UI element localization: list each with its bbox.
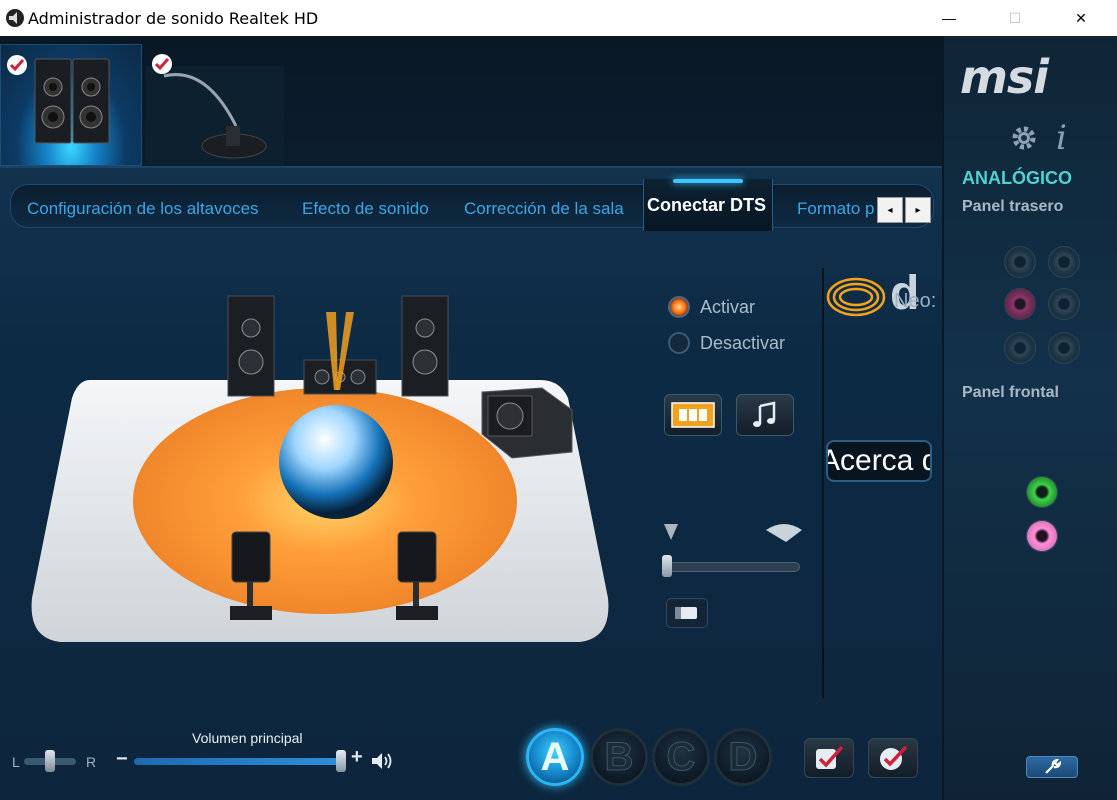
maximize-button[interactable]: ☐ <box>992 0 1038 36</box>
dts-level-icons <box>664 524 802 542</box>
music-mode-button[interactable] <box>736 394 794 436</box>
rear-jack-1[interactable] <box>1004 246 1036 278</box>
dts-level-slider-thumb[interactable] <box>662 555 672 577</box>
profile-b-button[interactable]: B <box>590 728 648 786</box>
analog-mode-label: ANALÓGICO <box>962 168 1072 188</box>
about-button[interactable]: Acerca de <box>826 440 932 482</box>
tab-format[interactable]: Formato p <box>797 199 874 219</box>
speaker-volume-icon[interactable] <box>370 750 398 772</box>
right-panel: msi i ANALÓGICO Panel trasero Panel fron… <box>942 36 1117 800</box>
listener-position-icon <box>279 405 393 519</box>
rear-jack-mic[interactable] <box>1004 288 1036 320</box>
dts-level-slider[interactable] <box>664 562 800 572</box>
dts-deactivate-radio[interactable]: Desactivar <box>668 332 785 354</box>
profile-a-button[interactable]: A <box>526 728 584 786</box>
checkbox-check-icon <box>816 745 844 769</box>
settings-wrench-button[interactable] <box>1026 756 1078 778</box>
radio-selected-icon <box>668 296 690 318</box>
rear-jack-2[interactable] <box>1048 246 1080 278</box>
profile-c-button[interactable]: C <box>652 728 710 786</box>
main-body: Configuración de los altavoces Efecto de… <box>0 36 1117 800</box>
front-right-speaker-icon <box>401 295 449 397</box>
rear-jack-6[interactable] <box>1048 332 1080 364</box>
dts-activate-radio[interactable]: Activar <box>668 296 755 318</box>
tab-scroll-left-button[interactable]: ◂ <box>877 197 903 223</box>
film-icon <box>671 402 715 428</box>
movie-mode-button[interactable] <box>664 394 722 436</box>
speaker-stage <box>31 295 609 642</box>
microphone-check-icon <box>152 54 172 74</box>
save-profile-button[interactable] <box>868 738 918 778</box>
rear-jack-5[interactable] <box>1004 332 1036 364</box>
tab-dts-connect[interactable]: Conectar DTS <box>647 195 766 216</box>
volume-decrease-icon[interactable]: − <box>116 748 128 771</box>
window-title: Administrador de sonido Realtek HD <box>28 9 319 28</box>
microphone-icon <box>163 73 267 159</box>
tab-strip: Configuración de los altavoces Efecto de… <box>10 179 934 231</box>
balance-left-label: L <box>12 754 20 770</box>
balance-right-label: R <box>86 754 97 770</box>
close-button[interactable]: ✕ <box>1058 0 1104 36</box>
device-tab-microphone[interactable] <box>146 54 284 166</box>
dts-activate-label: Activar <box>700 296 756 317</box>
master-volume-slider[interactable] <box>134 758 344 765</box>
speaker-icon <box>6 9 24 27</box>
front-jack-mic[interactable] <box>1026 520 1058 552</box>
master-volume-label: Volumen principal <box>192 730 303 746</box>
rear-panel-label: Panel trasero <box>962 198 1064 215</box>
tab-sound-effect[interactable]: Efecto de sonido <box>302 199 429 219</box>
apply-button[interactable] <box>804 738 854 778</box>
speakers-check-icon <box>7 55 27 75</box>
msi-logo: msi <box>960 50 1049 104</box>
tab-speaker-config[interactable]: Configuración de los altavoces <box>27 199 259 219</box>
about-button-label: Acerca de <box>826 444 930 477</box>
device-tab-speakers[interactable] <box>0 44 142 166</box>
active-tab-glow <box>673 179 743 183</box>
profile-d-button[interactable]: D <box>714 728 772 786</box>
info-icon[interactable]: i <box>1056 118 1067 158</box>
front-jack-headphone[interactable] <box>1026 476 1058 508</box>
dts-option-toggle[interactable] <box>666 598 708 628</box>
front-left-speaker-icon <box>227 295 275 397</box>
front-panel-label: Panel frontal <box>962 384 1059 401</box>
tab-room-correction[interactable]: Corrección de la sala <box>464 199 624 219</box>
gear-icon[interactable] <box>1008 122 1040 154</box>
music-note-icon <box>753 401 776 427</box>
dts-neo-label: Neo: <box>894 290 937 312</box>
tab-scroll-right-button[interactable]: ▸ <box>905 197 931 223</box>
rear-jack-4[interactable] <box>1048 288 1080 320</box>
rear-right-speaker-icon <box>396 531 438 620</box>
dts-deactivate-label: Desactivar <box>700 332 786 353</box>
minimize-button[interactable]: — <box>926 0 972 36</box>
panel-divider <box>822 268 824 698</box>
radio-unselected-icon <box>668 332 690 354</box>
rear-left-speaker-icon <box>230 531 272 620</box>
balance-slider-thumb[interactable] <box>45 750 55 772</box>
title-bar: Administrador de sonido Realtek HD — ☐ ✕ <box>0 0 1117 36</box>
volume-increase-icon[interactable]: + <box>351 746 363 769</box>
wrench-icon <box>1045 759 1061 774</box>
realtek-window: Administrador de sonido Realtek HD — ☐ ✕ <box>0 0 1117 800</box>
disc-check-icon <box>880 745 908 770</box>
master-volume-slider-thumb[interactable] <box>336 750 346 772</box>
center-panel: Configuración de los altavoces Efecto de… <box>0 166 942 800</box>
